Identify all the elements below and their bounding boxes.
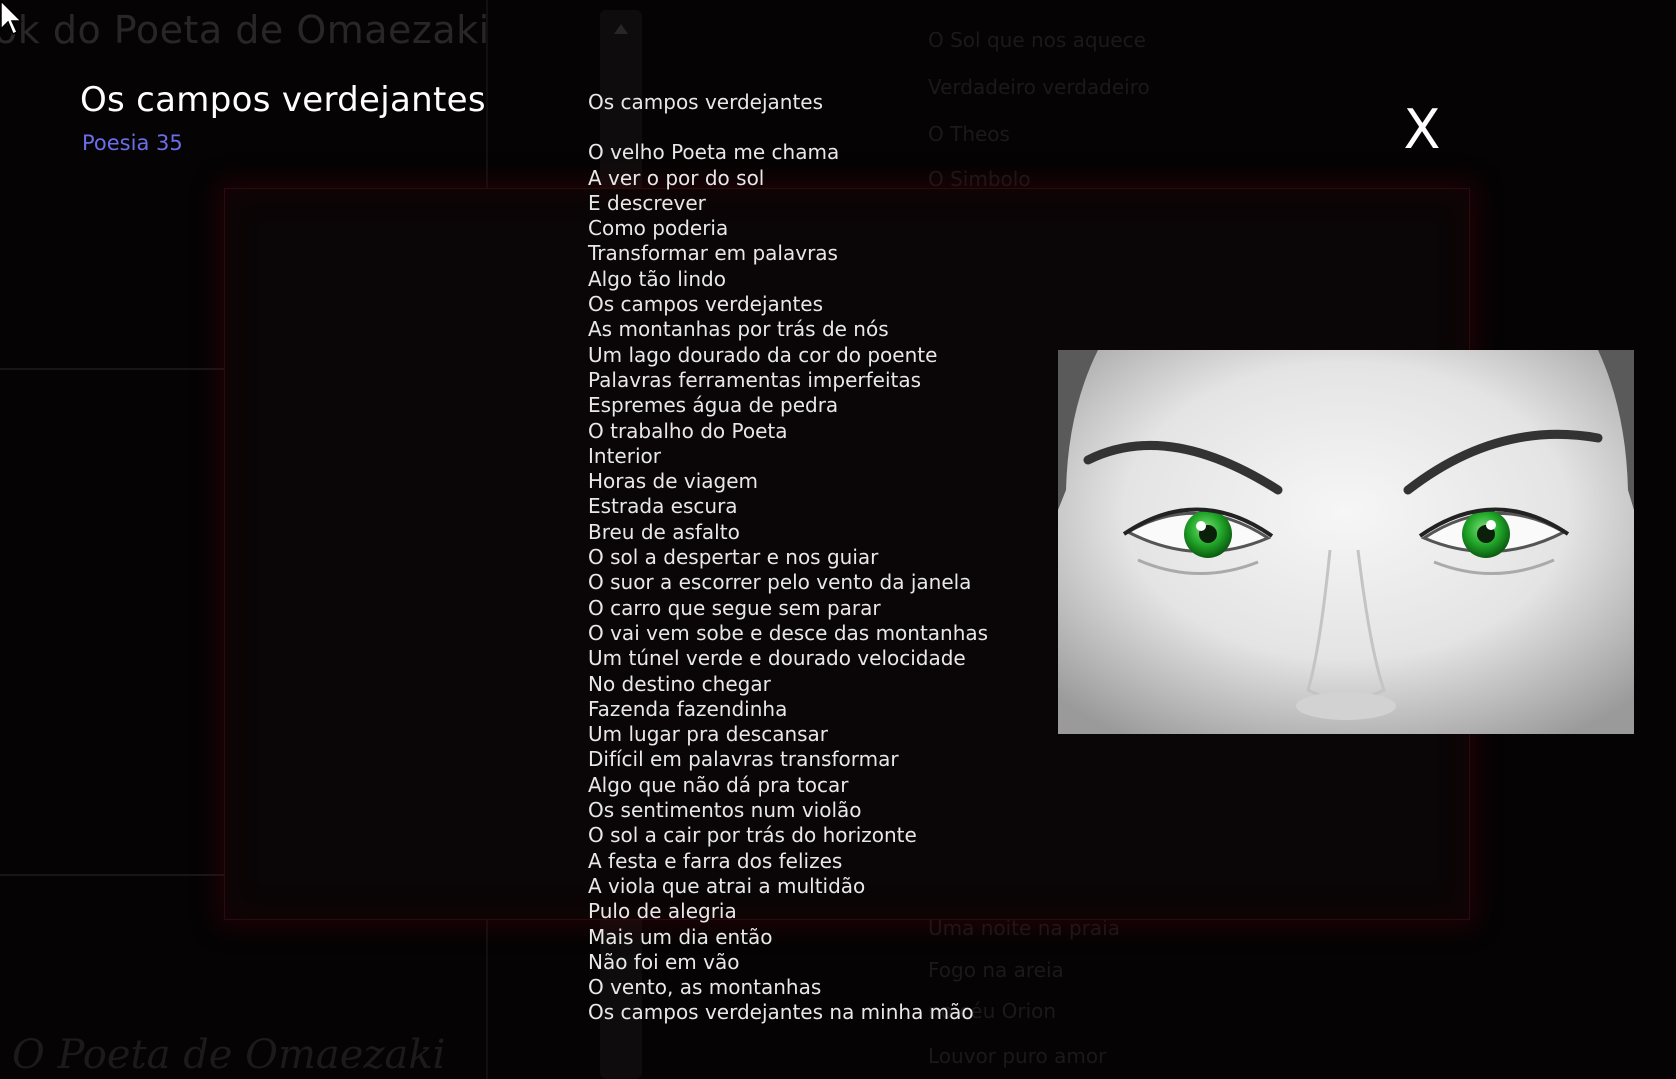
poem-line: O vento, as montanhas	[588, 975, 822, 1000]
poem-line: O sol a despertar e nos guiar	[588, 545, 879, 570]
poem-line: Os campos verdejantes na minha mão	[588, 1000, 974, 1025]
poem-line: Algo que não dá pra tocar	[588, 772, 849, 797]
poem-line: A festa e farra dos felizes	[588, 848, 843, 873]
poem-line: Breu de asfalto	[588, 519, 740, 544]
poem-line: Os campos verdejantes	[588, 292, 824, 317]
poem-line: Palavras ferramentas imperfeitas	[588, 367, 922, 392]
poem-line: Fazenda fazendinha	[588, 696, 788, 721]
poem-line: A ver o por do sol	[588, 165, 765, 190]
poem-line: Horas de viagem	[588, 469, 759, 494]
close-button[interactable]: X	[1396, 100, 1448, 160]
poem-line: Interior	[588, 443, 661, 468]
poem-title: Os campos verdejantes	[80, 80, 486, 120]
divider-horizontal	[0, 368, 224, 370]
menu-item[interactable]: O Sol que nos aquece	[928, 28, 1146, 52]
poem-line: Transformar em palavras	[588, 241, 838, 266]
mouse-cursor-icon	[0, 0, 23, 36]
poem-line: Um lago dourado da cor do poente	[588, 342, 938, 367]
site-title: ok do Poeta de Omaezaki	[0, 8, 490, 52]
poem-line: E descrever	[588, 190, 706, 215]
poem-lines: O velho Poeta me chama A ver o por do sol…	[588, 140, 1008, 1025]
menu-item[interactable]: Louvor puro amor	[928, 1044, 1106, 1068]
poem-line: O velho Poeta me chama	[588, 140, 840, 165]
poem-body: Os campos verdejantes O velho Poeta me c…	[588, 90, 1008, 1026]
poem-line: Um túnel verde e dourado velocidade	[588, 646, 966, 671]
poem-line: O vai vem sobe e desce das montanhas	[588, 620, 989, 645]
poem-line: O suor a escorrer pelo vento da janela	[588, 570, 972, 595]
poem-line: O sol a cair por trás do horizonte	[588, 823, 917, 848]
poem-line: Mais um dia então	[588, 924, 773, 949]
poem-line: Difícil em palavras transformar	[588, 747, 899, 772]
footer-title: O Poeta de Omaezaki	[12, 1032, 446, 1078]
poem-line: Não foi em vão	[588, 949, 740, 974]
face-illustration	[1058, 350, 1634, 734]
divider-horizontal	[0, 874, 224, 876]
scroll-up-icon[interactable]	[614, 24, 628, 34]
poem-line: O carro que segue sem parar	[588, 595, 881, 620]
poem-line: Algo tão lindo	[588, 266, 726, 291]
poem-image	[1058, 350, 1634, 734]
poem-line: O trabalho do Poeta	[588, 418, 788, 443]
poem-number: Poesia 35	[82, 131, 183, 155]
poem-line: Estrada escura	[588, 494, 738, 519]
poem-heading: Os campos verdejantes	[588, 90, 824, 114]
poem-line: Espremes água de pedra	[588, 393, 839, 418]
poem-line: A viola que atrai a multidão	[588, 873, 866, 898]
poem-line: Como poderia	[588, 216, 729, 241]
poem-line: Um lugar pra descansar	[588, 722, 829, 747]
poem-line: Os sentimentos num violão	[588, 798, 862, 823]
poem-line: No destino chegar	[588, 671, 771, 696]
poem-line: Pulo de alegria	[588, 899, 737, 924]
poem-line: As montanhas por trás de nós	[588, 317, 889, 342]
